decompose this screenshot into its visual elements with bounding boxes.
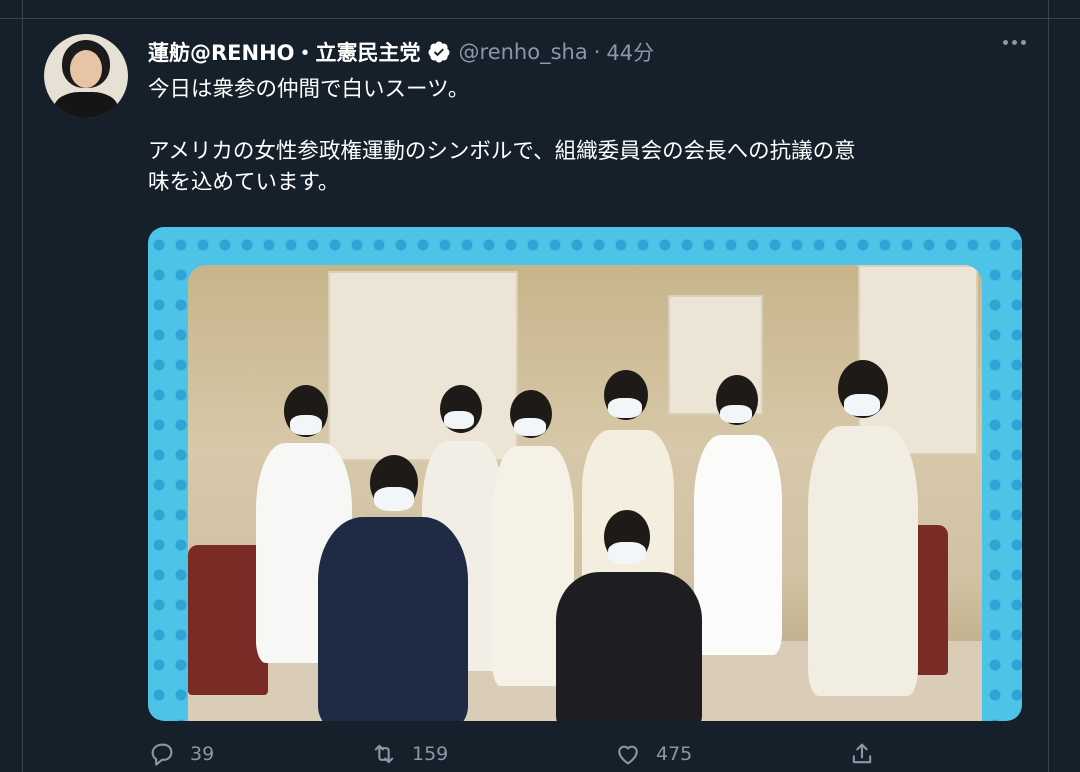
tweet-header: 蓮舫@RENHO・立憲民主党 @renho_sha · 44分	[148, 36, 654, 68]
tweet-text: 今日は衆参の仲間で白いスーツ。 アメリカの女性参政権運動のシンボルで、組織委員会…	[148, 74, 1028, 198]
group-photo	[188, 265, 982, 721]
tweet-actions: 39 159 475	[148, 740, 978, 770]
retweet-button[interactable]: 159	[370, 740, 448, 768]
timeline-divider	[0, 18, 1080, 19]
tweet-timestamp[interactable]: 44分	[606, 37, 654, 67]
tweet-photo[interactable]	[148, 227, 1022, 721]
column-border-left	[22, 0, 23, 772]
tweet-text-line: アメリカの女性参政権運動のシンボルで、組織委員会の会長への抗議の意	[148, 139, 856, 164]
column-border-right	[1048, 0, 1049, 772]
share-button[interactable]	[848, 740, 876, 768]
reply-button[interactable]: 39	[148, 740, 214, 768]
retweet-icon	[374, 744, 394, 764]
tweet-text-line: 味を込めています。	[148, 170, 340, 195]
avatar[interactable]	[44, 34, 128, 118]
author-handle[interactable]: @renho_sha	[459, 40, 588, 64]
meta-separator: ·	[593, 40, 601, 64]
share-icon	[852, 743, 872, 764]
like-count: 475	[656, 743, 693, 765]
like-button[interactable]: 475	[614, 740, 692, 768]
verified-icon	[427, 40, 451, 64]
author-name[interactable]: 蓮舫@RENHO・立憲民主党	[148, 37, 421, 67]
like-icon	[618, 745, 638, 765]
reply-count: 39	[190, 743, 215, 765]
reply-icon	[151, 743, 173, 766]
retweet-count: 159	[412, 743, 449, 765]
more-icon[interactable]	[1003, 40, 1026, 45]
tweet-text-line: 今日は衆参の仲間で白いスーツ。	[148, 77, 470, 102]
